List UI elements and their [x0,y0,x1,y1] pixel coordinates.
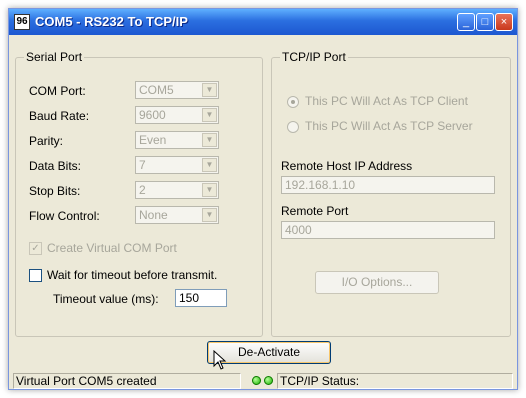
data-bits-label: Data Bits: [29,159,82,173]
baud-rate-label: Baud Rate: [29,109,90,123]
window-title: COM5 - RS232 To TCP/IP [35,14,188,29]
title-bar[interactable]: 96 COM5 - RS232 To TCP/IP _ □ × [9,9,517,35]
timeout-value-label: Timeout value (ms): [53,292,159,306]
status-message: Virtual Port COM5 created [13,373,241,389]
mouse-cursor-icon [213,350,227,370]
baud-rate-value: 9600 [139,108,166,122]
stop-bits-value: 2 [139,183,146,197]
remote-host-input[interactable]: 192.168.1.10 [281,176,495,194]
tcp-server-radio[interactable] [287,121,299,133]
chevron-down-icon: ▼ [202,158,217,172]
chevron-down-icon: ▼ [202,108,217,122]
create-virtual-com-label: Create Virtual COM Port [47,241,177,255]
com-port-select[interactable]: COM5 ▼ [135,81,219,99]
create-virtual-com-checkbox[interactable]: ✓ [29,242,42,255]
tcp-client-radio[interactable] [287,96,299,108]
remote-host-label: Remote Host IP Address [281,159,413,173]
remote-port-input[interactable]: 4000 [281,221,495,239]
flow-control-value: None [139,208,168,222]
tcpip-port-legend: TCP/IP Port [280,50,348,64]
wait-timeout-checkbox[interactable] [29,269,42,282]
minimize-button[interactable]: _ [457,13,475,31]
remote-host-value: 192.168.1.10 [285,178,356,192]
maximize-button[interactable]: □ [476,13,494,31]
app-icon: 96 [14,14,30,30]
chevron-down-icon: ▼ [202,183,217,197]
timeout-value-text: 150 [179,291,200,305]
chevron-down-icon: ▼ [202,133,217,147]
tcp-server-label: This PC Will Act As TCP Server [305,119,473,133]
close-button[interactable]: × [495,13,513,31]
parity-label: Parity: [29,134,64,148]
com-port-value: COM5 [139,83,174,97]
remote-port-label: Remote Port [281,204,349,218]
stop-bits-select[interactable]: 2 ▼ [135,181,219,199]
serial-port-legend: Serial Port [24,50,85,64]
wait-timeout-label: Wait for timeout before transmit. [47,268,218,282]
tcp-status: TCP/IP Status: [277,373,513,389]
status-led-icon [252,376,261,385]
baud-rate-select[interactable]: 9600 ▼ [135,106,219,124]
status-led-icon [264,376,273,385]
stop-bits-label: Stop Bits: [29,184,81,198]
timeout-value-input[interactable]: 150 [175,289,227,307]
chevron-down-icon: ▼ [202,208,217,222]
parity-value: Even [139,133,167,147]
chevron-down-icon: ▼ [202,83,217,97]
data-bits-value: 7 [139,158,146,172]
io-options-button[interactable]: I/O Options... [315,271,439,294]
data-bits-select[interactable]: 7 ▼ [135,156,219,174]
flow-control-select[interactable]: None ▼ [135,206,219,224]
com-port-label: COM Port: [29,84,86,98]
parity-select[interactable]: Even ▼ [135,131,219,149]
remote-port-value: 4000 [285,223,312,237]
flow-control-label: Flow Control: [29,209,100,223]
tcp-client-label: This PC Will Act As TCP Client [305,94,468,108]
status-bar: Virtual Port COM5 created TCP/IP Status: [13,373,513,389]
app-window: 96 COM5 - RS232 To TCP/IP _ □ × Serial P… [8,8,518,390]
